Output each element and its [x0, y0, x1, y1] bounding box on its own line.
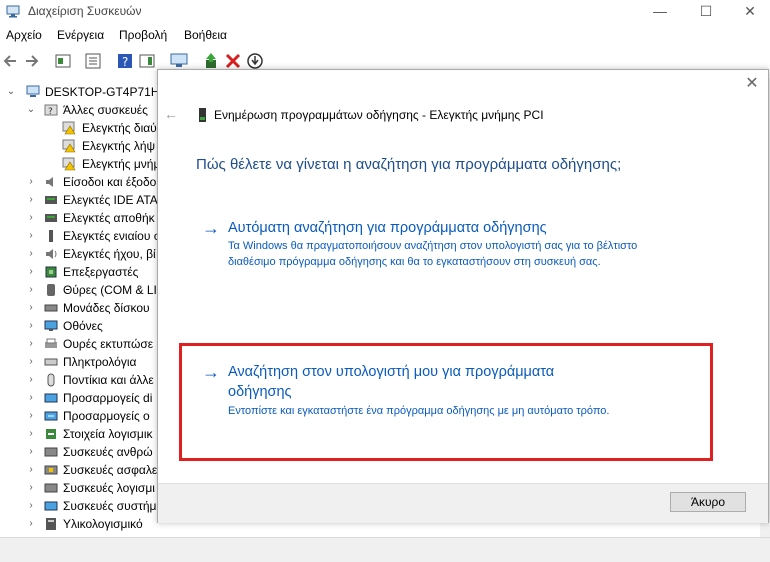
- keyboard-icon: [44, 358, 58, 366]
- expand-chevron-icon[interactable]: ›: [26, 281, 36, 299]
- list-view-icon[interactable]: [84, 52, 102, 70]
- update-driver-icon[interactable]: [202, 52, 220, 70]
- svg-text:?: ?: [48, 107, 53, 117]
- status-bar: [0, 537, 770, 562]
- expand-chevron-icon[interactable]: ›: [26, 227, 36, 245]
- expand-chevron-icon[interactable]: ›: [26, 389, 36, 407]
- expand-chevron-icon[interactable]: ›: [26, 317, 36, 335]
- display-adapter-icon: [44, 393, 58, 403]
- auto-search-option[interactable]: → Αυτόματη αναζήτηση για προγράμματα οδή…: [202, 218, 722, 288]
- collapse-chevron-icon[interactable]: ⌄: [6, 83, 16, 101]
- software-component-icon: [46, 429, 56, 439]
- audio-io-icon: [46, 177, 53, 187]
- help-icon[interactable]: ?: [116, 52, 134, 70]
- dialog-title: Ενημέρωση προγραμμάτων οδήγησης - Ελεγκτ…: [214, 108, 544, 122]
- warning-device-icon: [62, 121, 76, 135]
- firmware-icon: [46, 518, 56, 530]
- right-arrow-icon: →: [202, 218, 220, 238]
- back-arrow-icon[interactable]: [2, 52, 20, 70]
- device-tree[interactable]: ⌄ DESKTOP-GT4P71H ⌄ ? Άλλες συσκευές Ελε…: [0, 78, 158, 538]
- expand-chevron-icon[interactable]: ›: [26, 209, 36, 227]
- menu-bar: Αρχείο Ενέργεια Προβολή Βοήθεια: [0, 25, 770, 45]
- expand-chevron-icon[interactable]: ›: [26, 371, 36, 389]
- expand-chevron-icon[interactable]: ›: [26, 245, 36, 263]
- properties-icon[interactable]: [54, 52, 72, 70]
- svg-text:?: ?: [122, 55, 128, 69]
- expand-chevron-icon[interactable]: ›: [26, 335, 36, 353]
- expand-chevron-icon[interactable]: ›: [26, 443, 36, 461]
- expand-chevron-icon[interactable]: ›: [26, 461, 36, 479]
- processor-icon: [45, 266, 57, 278]
- uninstall-icon[interactable]: [224, 52, 242, 70]
- storage-controller-icon: [45, 214, 57, 222]
- expand-chevron-icon[interactable]: ›: [26, 353, 36, 371]
- disk-drive-icon: [44, 304, 58, 312]
- dialog-footer: Άκυρο: [158, 483, 768, 523]
- close-button[interactable]: ✕: [730, 0, 770, 24]
- action-pane-icon[interactable]: [138, 52, 156, 70]
- ide-controller-icon: [45, 196, 57, 204]
- menu-action[interactable]: Ενέργεια: [57, 28, 104, 42]
- scan-hardware-icon[interactable]: [170, 52, 188, 70]
- browse-computer-description: Εντοπίστε και εγκαταστήστε ένα πρόγραμμα…: [228, 405, 610, 417]
- menu-file[interactable]: Αρχείο: [6, 28, 42, 42]
- port-icon: [47, 284, 55, 296]
- sound-icon: [46, 249, 57, 259]
- mouse-icon: [47, 373, 55, 387]
- menu-help[interactable]: Βοήθεια: [184, 28, 227, 42]
- expand-chevron-icon[interactable]: ›: [26, 515, 36, 533]
- computer-icon: [26, 85, 40, 97]
- expand-chevron-icon[interactable]: ›: [26, 497, 36, 515]
- cancel-button[interactable]: Άκυρο: [670, 492, 746, 512]
- printer-icon: [45, 338, 57, 348]
- expand-chevron-icon[interactable]: ›: [26, 299, 36, 317]
- pci-device-icon: [199, 108, 206, 122]
- system-device-icon: [44, 501, 58, 511]
- window-title: Διαχείριση Συσκευών: [28, 4, 142, 18]
- disable-device-icon[interactable]: [246, 52, 264, 70]
- expand-chevron-icon[interactable]: ›: [26, 191, 36, 209]
- device-manager-icon: [6, 5, 20, 18]
- expand-chevron-icon[interactable]: ›: [26, 425, 36, 443]
- dialog-question: Πώς θέλετε να γίνεται η αναζήτηση για πρ…: [196, 156, 622, 173]
- minimize-button[interactable]: —: [640, 0, 680, 24]
- expand-chevron-icon[interactable]: ›: [26, 479, 36, 497]
- collapse-chevron-icon[interactable]: ⌄: [26, 101, 36, 119]
- auto-search-description: Τα Windows θα πραγματοποιήσουν αναζήτηση…: [228, 240, 638, 268]
- right-arrow-icon: →: [202, 362, 220, 382]
- usb-icon: [49, 230, 53, 242]
- software-device-icon: [44, 483, 58, 493]
- expand-chevron-icon[interactable]: ›: [26, 407, 36, 425]
- dialog-close-icon[interactable]: ✕: [744, 76, 760, 92]
- warning-device-icon: [62, 157, 76, 171]
- auto-search-title[interactable]: Αυτόματη αναζήτηση για προγράμματα οδήγη…: [228, 218, 628, 238]
- security-device-icon: [44, 465, 58, 475]
- warning-device-icon: [62, 139, 76, 153]
- expand-chevron-icon[interactable]: ›: [26, 263, 36, 281]
- maximize-button[interactable]: ☐: [686, 0, 726, 24]
- hid-icon: [44, 447, 58, 457]
- browse-computer-title[interactable]: Αναζήτηση στον υπολογιστή μου για προγρά…: [228, 362, 608, 402]
- forward-arrow-icon[interactable]: [22, 52, 40, 70]
- menu-view[interactable]: Προβολή: [119, 28, 167, 42]
- unknown-device-icon: ?: [44, 104, 58, 117]
- monitor-icon: [44, 320, 58, 331]
- expand-chevron-icon[interactable]: ›: [26, 173, 36, 191]
- browse-computer-option[interactable]: → Αναζήτηση στον υπολογιστή μου για προγ…: [202, 362, 722, 422]
- network-adapter-icon: [44, 411, 58, 421]
- update-driver-dialog: ✕ ← Ενημέρωση προγραμμάτων οδήγησης - Ελ…: [157, 69, 769, 523]
- dialog-back-arrow-icon[interactable]: ←: [164, 106, 178, 122]
- title-bar: Διαχείριση Συσκευών — ☐ ✕: [0, 0, 770, 24]
